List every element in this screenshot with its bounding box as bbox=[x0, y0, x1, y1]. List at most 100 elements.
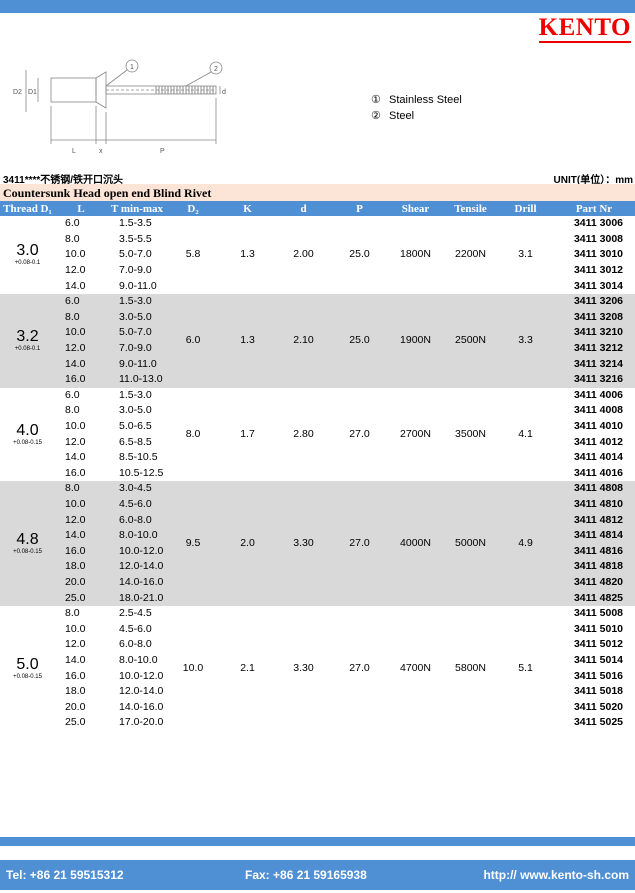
mandrel-diameter-cell: 2.00 bbox=[293, 248, 314, 261]
table-row: 3.0 +0.08-0.1 6.0 1.5-3.5 5.8 1.3 2.00 25.0 1800… bbox=[0, 216, 635, 266]
mandrel-length-cell: 27.0 bbox=[349, 661, 370, 674]
brand-logo: KENTO bbox=[538, 14, 631, 43]
head-height-cell: 2.1 bbox=[240, 661, 255, 674]
grip-range-cell: 1.5-3.5 bbox=[119, 217, 152, 230]
part-number-cell: 3411 4816 bbox=[553, 543, 635, 560]
length-cell: 12.0 bbox=[65, 264, 86, 277]
column-header: Drill bbox=[498, 201, 553, 216]
part-number-cell: 3411 4014 bbox=[573, 451, 623, 464]
part-number-cell: 3411 4010 bbox=[573, 420, 623, 433]
column-header: L bbox=[55, 201, 107, 216]
head-diameter-cell: 9.5 bbox=[167, 481, 219, 606]
length-cell: 12.0 bbox=[65, 638, 86, 651]
grip-range-cell: 3.5-5.5 bbox=[119, 232, 152, 245]
length-cell: 12.0 bbox=[55, 512, 107, 528]
mandrel-length-cell: 25.0 bbox=[331, 293, 388, 388]
table-row: 3.2 +0.08-0.1 6.0 1.5-3.0 6.0 1.3 2.10 25.0 1900… bbox=[0, 293, 635, 388]
grip-range-cell: 17.0-20.0 bbox=[119, 716, 164, 729]
footer-tel: Tel: +86 21 59515312 bbox=[6, 868, 124, 882]
subtitle-row: Countersunk Head open end Blind Rivet bbox=[0, 184, 635, 201]
drill-cell: 3.3 bbox=[498, 293, 553, 388]
table-row: 4.0 +0.08-0.15 6.0 1.5-3.0 8.0 1.7 2.80 27.0 270… bbox=[0, 388, 635, 446]
shear-cell: 1800N bbox=[400, 248, 431, 261]
head-height-cell: 1.3 bbox=[240, 248, 255, 261]
thread-value: 4.8 bbox=[16, 530, 39, 548]
length-cell: 10.0 bbox=[65, 420, 86, 433]
part-number-cell: 3411 4812 bbox=[553, 512, 635, 528]
subtitle: Countersunk Head open end Blind Rivet bbox=[3, 186, 212, 200]
part-number-cell: 3411 3216 bbox=[553, 371, 635, 388]
head-diameter-cell: 6.0 bbox=[167, 293, 219, 388]
length-cell: 18.0 bbox=[55, 559, 107, 575]
grip-range-cell: 8.0-10.0 bbox=[107, 527, 167, 544]
footer-bar-thin bbox=[0, 837, 635, 846]
grip-range-cell: 14.0-16.0 bbox=[119, 700, 164, 713]
part-number-cell: 3411 5008 bbox=[573, 607, 623, 620]
part-number-cell: 3411 3014 bbox=[573, 279, 623, 292]
length-cell: 16.0 bbox=[65, 669, 86, 682]
length-cell: 20.0 bbox=[55, 574, 107, 591]
length-cell: 20.0 bbox=[65, 700, 86, 713]
tensile-cell: 2500N bbox=[443, 293, 498, 388]
spec-table: Thread D₁ L T min-max D₂ Kd P Shear Tensile Dril… bbox=[0, 201, 635, 731]
shear-cell: 4000N bbox=[388, 481, 443, 606]
length-cell: 16.0 bbox=[55, 371, 107, 388]
grip-range-cell: 6.0-8.0 bbox=[119, 638, 152, 651]
mandrel-length-cell: 27.0 bbox=[349, 427, 370, 440]
length-cell: 8.0 bbox=[65, 607, 80, 620]
thread-cell: 4.8 +0.08-0.15 bbox=[0, 481, 55, 606]
tensile-cell: 3500N bbox=[455, 427, 486, 440]
head-height-cell: 1.7 bbox=[240, 427, 255, 440]
grip-range-cell: 7.0-9.0 bbox=[119, 264, 152, 277]
part-number-cell: 3411 4006 bbox=[573, 388, 623, 401]
grip-range-cell: 12.0-14.0 bbox=[119, 685, 164, 698]
part-number-cell: 3411 4808 bbox=[553, 481, 635, 497]
part-number-cell: 3411 5025 bbox=[573, 716, 623, 729]
shear-cell: 1900N bbox=[388, 293, 443, 388]
part-number-cell: 3411 5016 bbox=[573, 669, 623, 682]
thread-tolerance: +0.08-0.15 bbox=[13, 439, 42, 446]
part-number-cell: 3411 4012 bbox=[573, 435, 623, 448]
column-header: Thread D₁ bbox=[0, 201, 55, 216]
grip-range-cell: 5.0-6.5 bbox=[119, 420, 152, 433]
thread-value: 5.0 bbox=[16, 655, 39, 673]
part-number-cell: 3411 3010 bbox=[573, 248, 623, 261]
thread-tolerance: +0.08-0.15 bbox=[13, 673, 42, 680]
footer-fax: Fax: +86 21 59165938 bbox=[245, 868, 367, 882]
mandrel-length-cell: 25.0 bbox=[349, 248, 370, 261]
grip-range-cell: 4.5-6.0 bbox=[119, 622, 152, 635]
thread-tolerance: +0.08-0.15 bbox=[13, 548, 42, 555]
grip-range-cell: 10.0-12.0 bbox=[107, 543, 167, 560]
head-diameter-cell: 10.0 bbox=[182, 661, 204, 674]
grip-range-cell: 3.0-4.5 bbox=[107, 481, 167, 497]
length-cell: 12.0 bbox=[55, 340, 107, 357]
grip-range-cell: 7.0-9.0 bbox=[107, 340, 167, 357]
grip-range-cell: 1.5-3.0 bbox=[107, 293, 167, 310]
length-cell: 16.0 bbox=[55, 543, 107, 560]
tensile-cell: 2200N bbox=[455, 248, 486, 261]
thread-cell: 3.0 +0.08-0.1 bbox=[0, 216, 55, 294]
svg-text:2: 2 bbox=[214, 66, 218, 73]
shear-cell: 2700N bbox=[400, 427, 431, 440]
length-cell: 14.0 bbox=[65, 279, 86, 292]
length-cell: 8.0 bbox=[65, 404, 80, 417]
svg-text:1: 1 bbox=[130, 64, 134, 71]
mandrel-diameter-cell: 2.80 bbox=[293, 427, 314, 440]
column-header: Shear bbox=[388, 201, 443, 216]
length-cell: 10.0 bbox=[55, 496, 107, 513]
shear-cell: 4700N bbox=[400, 661, 431, 674]
part-number-cell: 3411 3206 bbox=[553, 293, 635, 310]
head-height-cell: 1.3 bbox=[219, 293, 276, 388]
grip-range-cell: 3.0-5.0 bbox=[107, 309, 167, 326]
thread-value: 3.0 bbox=[16, 242, 39, 260]
part-number-cell: 3411 5018 bbox=[573, 685, 623, 698]
drill-cell: 5.1 bbox=[518, 661, 533, 674]
tensile-cell: 5000N bbox=[443, 481, 498, 606]
footer-web[interactable]: http:// www.kento-sh.com bbox=[483, 868, 629, 882]
part-number-cell: 3411 5020 bbox=[573, 700, 623, 713]
length-cell: 25.0 bbox=[65, 716, 86, 729]
part-number-cell: 3411 3012 bbox=[573, 264, 623, 277]
mandrel-diameter-cell: 3.30 bbox=[276, 481, 331, 606]
length-cell: 12.0 bbox=[65, 435, 86, 448]
thread-cell: 3.2 +0.08-0.1 bbox=[0, 293, 55, 388]
